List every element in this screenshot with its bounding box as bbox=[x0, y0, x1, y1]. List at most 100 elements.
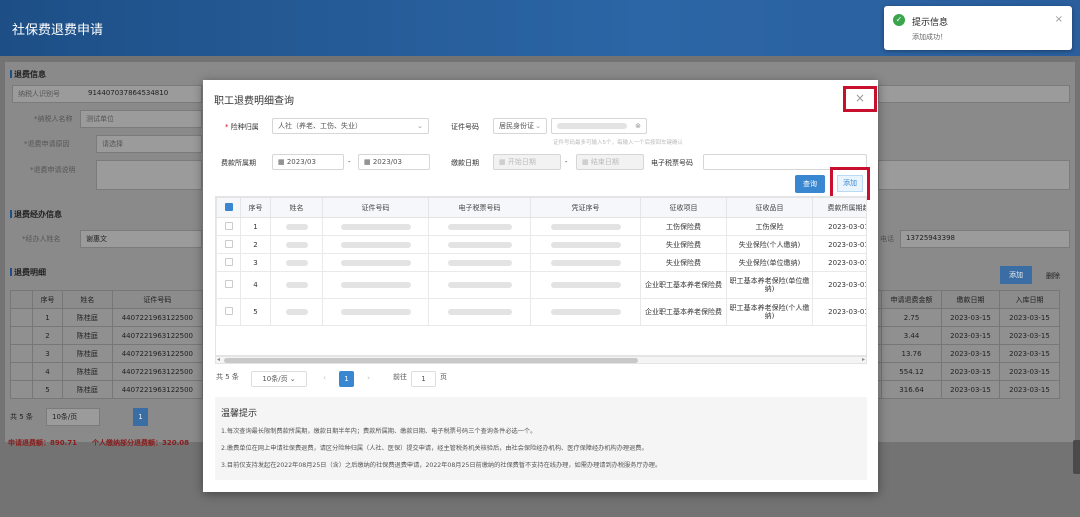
bg-cell: 2023-03-15 bbox=[941, 344, 1000, 363]
ticket-label: 电子税票号码 bbox=[651, 159, 693, 167]
bg-delete-button[interactable]: 删除 bbox=[1046, 271, 1060, 281]
col-header: 征收项目 bbox=[640, 197, 727, 218]
row-checkbox[interactable] bbox=[216, 235, 241, 254]
table-row[interactable]: 5 企业职工基本养老保险费 职工基本养老保险(个人缴纳) 2023-03-01 bbox=[216, 298, 866, 326]
id-type-select[interactable]: 居民身份证 ⌄ bbox=[493, 118, 547, 134]
period-cell: 2023-03-01 bbox=[812, 298, 866, 326]
refund-reason-label: *退费申请原因 bbox=[24, 140, 70, 148]
add-button[interactable]: 添加 bbox=[837, 175, 863, 192]
period-cell: 2023-03-01 bbox=[812, 235, 866, 254]
id-no-input[interactable]: ⊗ bbox=[551, 118, 647, 134]
credit-code-label: 纳税人识别号 bbox=[18, 90, 60, 98]
scrollbar-thumb[interactable] bbox=[224, 358, 638, 363]
row-checkbox[interactable] bbox=[216, 271, 241, 299]
period-cell: 2023-03-01 bbox=[812, 253, 866, 272]
period-start-input[interactable]: ▦ 2023/03 bbox=[272, 154, 344, 170]
pager-page-1[interactable]: 1 bbox=[339, 371, 354, 387]
bg-col-header: 序号 bbox=[31, 290, 63, 309]
bg-cell: 1 bbox=[31, 308, 63, 327]
apply-total: 申请退费额：890.71 bbox=[8, 439, 78, 447]
bg-cell: 4407221963122500 bbox=[111, 380, 203, 399]
query-button[interactable]: 查询 bbox=[795, 175, 825, 193]
period-start-value: 2023/03 bbox=[286, 158, 316, 166]
redacted-cell bbox=[322, 217, 429, 236]
insurance-type-select[interactable]: 人社（养老、工伤、失业） ⌄ bbox=[272, 118, 429, 134]
right-field-1 bbox=[878, 85, 1070, 103]
redacted-cell bbox=[270, 217, 323, 236]
success-toast: ✓ 提示信息 添加成功！ × bbox=[884, 6, 1072, 50]
scroll-right-icon[interactable]: ▸ bbox=[862, 356, 865, 363]
bg-cell: 2023-03-15 bbox=[998, 308, 1061, 327]
item-cell: 失业保险费 bbox=[640, 253, 727, 272]
bg-cell: 陈桂庭 bbox=[61, 326, 113, 345]
redacted-cell bbox=[428, 298, 531, 326]
pager-total: 共 5 条 bbox=[216, 373, 239, 381]
bg-cell: 13.76 bbox=[881, 344, 943, 363]
pay-end-input[interactable]: ▦ 结束日期 bbox=[576, 154, 644, 170]
row-checkbox[interactable] bbox=[216, 298, 241, 326]
horizontal-scrollbar[interactable]: ◂ ▸ bbox=[215, 356, 867, 364]
col-header: 征收品目 bbox=[726, 197, 813, 218]
pay-start-placeholder: 开始日期 bbox=[507, 158, 536, 166]
agent-value: 谢惠文 bbox=[86, 235, 107, 243]
credit-code-value: 914407037864534810 bbox=[88, 89, 169, 97]
redacted-cell bbox=[530, 271, 641, 299]
table-row[interactable]: 4 企业职工基本养老保险费 职工基本养老保险(单位缴纳) 2023-03-01 bbox=[216, 271, 866, 299]
refund-desc-textarea[interactable] bbox=[96, 160, 202, 190]
tips-title: 温馨提示 bbox=[221, 409, 258, 419]
page-title: 社保费退费申请 bbox=[12, 23, 104, 38]
side-float-tab[interactable] bbox=[1073, 440, 1080, 474]
bg-cell: 陈桂庭 bbox=[61, 308, 113, 327]
bg-cell: 陈桂庭 bbox=[61, 362, 113, 381]
pager-size-value: 10条/页 bbox=[262, 375, 288, 383]
item-cell: 工伤保险费 bbox=[640, 217, 727, 236]
period-cell: 2023-03-01 bbox=[812, 217, 866, 236]
scroll-left-icon[interactable]: ◂ bbox=[217, 356, 220, 363]
bg-col-header: 证件号码 bbox=[111, 290, 203, 309]
row-checkbox[interactable] bbox=[216, 253, 241, 272]
toast-close-icon[interactable]: × bbox=[1055, 14, 1063, 25]
bg-cell: 3.44 bbox=[881, 326, 943, 345]
bg-cell: 5 bbox=[31, 380, 63, 399]
sub-cell: 失业保险(单位缴纳) bbox=[726, 253, 813, 272]
bg-cell: 2023-03-15 bbox=[998, 326, 1061, 345]
table-row[interactable]: 2 失业保险费 失业保险(个人缴纳) 2023-03-01 bbox=[216, 235, 866, 254]
bg-col-header: 姓名 bbox=[61, 290, 113, 309]
table-row[interactable]: 1 工伤保险费 工伤保险 2023-03-01 bbox=[216, 217, 866, 236]
personal-total: 个人缴纳部分退费额：320.08 bbox=[92, 439, 190, 447]
bg-add-button[interactable]: 添加 bbox=[1000, 266, 1032, 284]
clear-icon[interactable]: ⊗ bbox=[635, 119, 641, 133]
check-circle-icon: ✓ bbox=[893, 14, 905, 26]
redacted-cell bbox=[428, 271, 531, 299]
bg-cell: 2023-03-15 bbox=[998, 344, 1061, 363]
table-row[interactable]: 3 失业保险费 失业保险(单位缴纳) 2023-03-01 bbox=[216, 253, 866, 272]
pager-goto-suffix: 页 bbox=[440, 373, 447, 381]
id-no-hint: 证件号码最多可输入5个，每输入一个后按回车键确认 bbox=[553, 140, 684, 146]
redacted-text bbox=[557, 123, 627, 129]
row-checkbox[interactable] bbox=[216, 217, 241, 236]
bg-cell: 2 bbox=[31, 326, 63, 345]
id-no-label: 证件号码 bbox=[451, 123, 479, 131]
redacted-cell bbox=[530, 235, 641, 254]
select-all-checkbox[interactable] bbox=[216, 197, 241, 218]
bg-col-header: 缴款日期 bbox=[941, 290, 1000, 309]
col-header: 凭证序号 bbox=[530, 197, 641, 218]
item-cell: 企业职工基本养老保险费 bbox=[640, 271, 727, 299]
period-end-input[interactable]: ▦ 2023/03 bbox=[358, 154, 430, 170]
bg-cell: 2023-03-15 bbox=[998, 362, 1061, 381]
pager-goto-input[interactable]: 1 bbox=[411, 371, 436, 387]
bg-pager-page[interactable]: 1 bbox=[133, 408, 148, 426]
pager-next-icon[interactable]: › bbox=[361, 371, 376, 387]
detail-table-wrap: 序号 姓名 证件号码 电子税票号码 凭证序号 征收项目 征收品目 费款所属期起 … bbox=[215, 196, 867, 356]
pager-prev-icon[interactable]: ‹ bbox=[317, 371, 332, 387]
bg-cell: 2023-03-15 bbox=[998, 380, 1061, 399]
pager-size-select[interactable]: 10条/页 ⌄ bbox=[251, 371, 307, 387]
item-cell: 失业保险费 bbox=[640, 235, 727, 254]
bg-cell: 3 bbox=[31, 344, 63, 363]
item-cell: 企业职工基本养老保险费 bbox=[640, 298, 727, 326]
redacted-cell bbox=[428, 217, 531, 236]
modal-close-icon[interactable]: × bbox=[843, 86, 877, 112]
insurance-type-label-text: 险种归属 bbox=[230, 123, 259, 131]
detail-table: 序号 姓名 证件号码 电子税票号码 凭证序号 征收项目 征收品目 费款所属期起 … bbox=[216, 197, 866, 326]
pay-start-input[interactable]: ▦ 开始日期 bbox=[493, 154, 561, 170]
